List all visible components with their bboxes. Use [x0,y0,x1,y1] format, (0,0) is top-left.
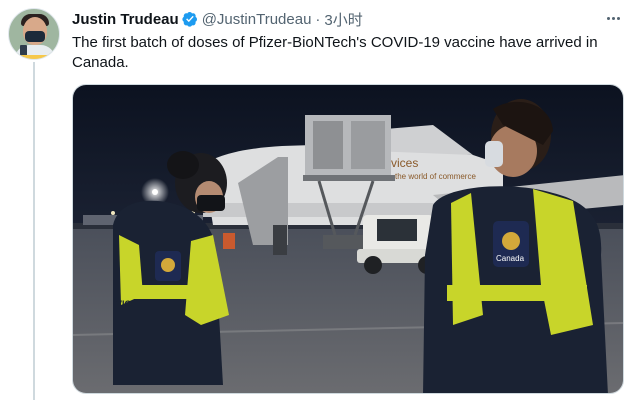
tweet-text: The first batch of doses of Pfizer-BioNT… [72,34,598,71]
verified-badge-icon [182,12,197,27]
separator-dot: · [315,10,321,28]
tweet-header: Justin Trudeau @JustinTrudeau · 3小时 [72,9,363,30]
vest-text: VICE [116,299,137,309]
tweet-timestamp[interactable]: 3小时 [324,9,362,30]
airport-night-scene: vices the world of commerce VICE Canada [73,85,623,393]
tweet-photo[interactable]: vices the world of commerce VICE Canada [72,84,624,394]
avatar[interactable] [8,8,60,60]
plane-livery-text: vices [391,156,418,170]
officer-patch-text: Canada [496,254,525,263]
user-handle[interactable]: @JustinTrudeau [202,11,312,28]
more-options-icon[interactable] [602,10,624,26]
plane-livery-subtext: the world of commerce [395,172,476,181]
display-name[interactable]: Justin Trudeau [72,11,179,28]
thread-line [33,62,35,400]
